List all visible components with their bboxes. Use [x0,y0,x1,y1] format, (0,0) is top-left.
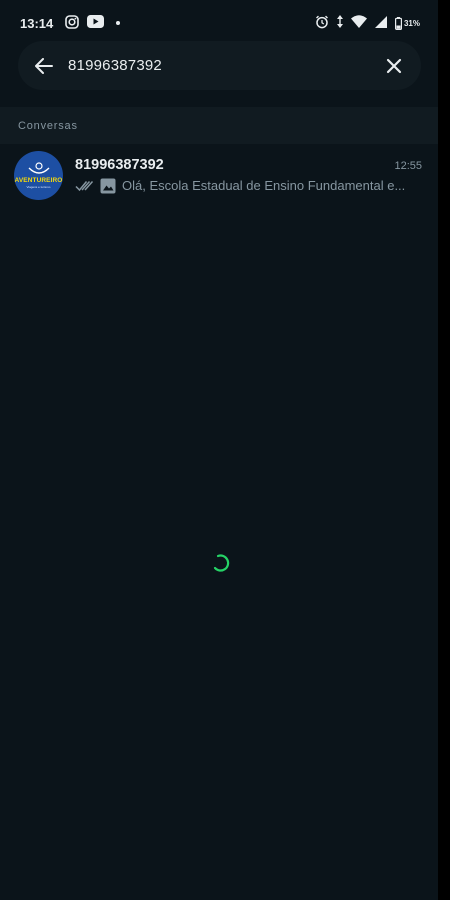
double-check-icon [75,180,94,191]
signal-icon [374,15,387,31]
avatar-logo-subtitle: Viagens e turismo [26,184,51,189]
chat-list-item[interactable]: AVENTUREIRO Viagens e turismo 8199638739… [0,144,438,206]
data-arrows-icon [336,15,343,31]
back-button[interactable] [34,56,54,76]
youtube-icon [87,15,105,31]
search-bar [18,41,421,90]
chat-preview: Olá, Escola Estadual de Ensino Fundament… [122,178,406,193]
avatar[interactable]: AVENTUREIRO Viagens e turismo [14,150,63,200]
status-bar-left: 13:14 [20,14,121,32]
notification-dot-icon [116,21,121,25]
chat-name: 81996387392 [75,156,164,173]
screen-edge [438,0,450,900]
alarm-icon [315,15,329,32]
image-icon [100,178,116,193]
avatar-logo-text: AVENTUREIRO [14,176,63,184]
chat-body: 81996387392 12:55 Olá, Escola Estadual d… [75,157,438,194]
status-bar-right: 31% [315,15,420,32]
chat-bottom-line: Olá, Escola Estadual de Ensino Fundament… [75,178,422,194]
loading-spinner-icon [212,553,230,573]
chat-time: 12:55 [394,159,422,172]
section-header-conversations: Conversas [0,107,438,144]
wifi-icon [350,15,367,31]
battery-percent: 31% [403,18,420,28]
close-icon [386,58,402,73]
battery-icon [394,16,402,30]
section-title: Conversas [18,119,78,132]
hammock-logo-icon [28,161,49,174]
chat-top-line: 81996387392 12:55 [75,157,422,173]
instagram-icon [65,14,80,32]
battery-indicator: 31% [394,16,420,30]
arrow-left-icon [35,57,53,74]
search-input[interactable] [68,57,383,74]
status-bar: 13:14 31% [0,0,438,46]
status-time: 13:14 [20,15,54,31]
clear-search-button[interactable] [383,55,405,77]
